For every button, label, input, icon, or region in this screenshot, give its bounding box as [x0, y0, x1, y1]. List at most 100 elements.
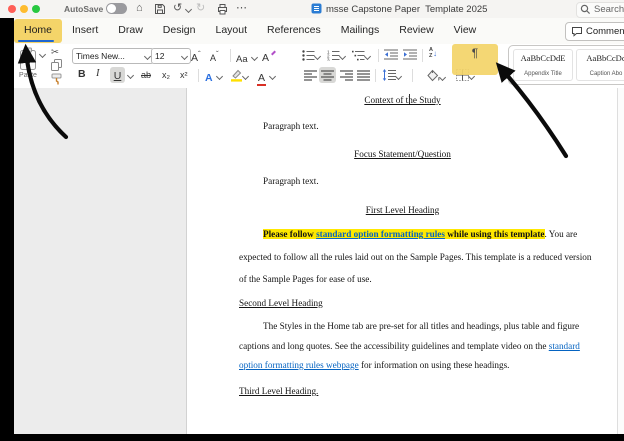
divider: [412, 69, 413, 82]
cut-button[interactable]: ✂: [51, 48, 59, 58]
underline-button[interactable]: U: [110, 67, 125, 83]
tab-mailings[interactable]: Mailings: [331, 19, 390, 43]
style-card-caption-above[interactable]: AaBbCcDc Caption Abo: [576, 49, 624, 81]
clear-formatting-button[interactable]: A: [262, 49, 277, 65]
paste-label: Paste: [19, 72, 37, 79]
document-page[interactable]: Context of the Study Paragraph text. Foc…: [186, 88, 618, 434]
highlight-pre-text: Please follow: [263, 229, 317, 239]
multilevel-list-chevron[interactable]: [363, 52, 372, 61]
body-line: expected to follow all the rules laid ou…: [239, 252, 592, 262]
undo-button[interactable]: ↺: [173, 1, 182, 15]
zoom-window-button[interactable]: [32, 5, 40, 13]
tab-view[interactable]: View: [444, 19, 487, 43]
justify-button[interactable]: [357, 70, 370, 81]
document-title: msse Capstone Paper Template 2025: [326, 4, 488, 15]
save-icon[interactable]: [154, 3, 166, 15]
autosave-toggle[interactable]: [106, 3, 127, 14]
redo-button[interactable]: ↻: [196, 1, 205, 15]
change-case-chevron[interactable]: [251, 53, 259, 62]
change-case-button[interactable]: Aa: [236, 50, 259, 66]
increase-indent-button[interactable]: [403, 49, 417, 60]
font-name-value: Times New...: [76, 50, 125, 61]
search-input[interactable]: Search: [576, 1, 624, 18]
font-name-chevron[interactable]: [143, 52, 152, 60]
font-size-value: 12: [155, 50, 165, 61]
superscript-button[interactable]: x²: [180, 71, 188, 80]
strikethrough-button[interactable]: ab: [141, 71, 151, 80]
copy-button[interactable]: [51, 59, 62, 71]
ribbon-tab-bar: Home Insert Draw Design Layout Reference…: [14, 18, 624, 44]
tab-draw[interactable]: Draw: [108, 19, 153, 43]
highlighted-sentence-line: Please follow standard option formatting…: [263, 229, 577, 239]
sort-button[interactable]: A Z ↓: [429, 47, 437, 59]
subscript-button[interactable]: x₂: [162, 71, 170, 80]
align-left-button[interactable]: [304, 70, 317, 81]
text-effects-chevron[interactable]: [216, 72, 224, 81]
align-right-icon: [340, 70, 353, 81]
tab-home[interactable]: Home: [14, 19, 63, 43]
grow-font-button[interactable]: Aˆ: [191, 49, 201, 65]
font-color-chevron[interactable]: [269, 72, 277, 81]
font-color-letter: A: [257, 72, 267, 86]
tab-references[interactable]: References: [257, 19, 331, 43]
multilevel-list-button[interactable]: [352, 49, 372, 65]
comments-label: Comments: [586, 26, 624, 37]
search-placeholder: Search: [594, 4, 624, 15]
clear-formatting-letter: A: [262, 52, 270, 64]
style-card-appendix-title[interactable]: AaBbCcDdE Appendix Title: [513, 49, 573, 81]
style-name: Appendix Title: [524, 71, 562, 77]
font-size-chevron[interactable]: [180, 52, 189, 60]
shading-chevron[interactable]: [438, 73, 447, 82]
body-line: of the Sample Pages for ease of use.: [239, 274, 372, 284]
body-line: option formatting rules webpage for info…: [239, 360, 509, 370]
webpage-hyperlink-start[interactable]: standard: [549, 341, 580, 351]
shading-button[interactable]: [426, 69, 447, 86]
numbering-chevron[interactable]: [338, 52, 347, 61]
paintbrush-icon: [51, 73, 62, 85]
close-window-button[interactable]: [8, 5, 16, 13]
undo-chevron[interactable]: [184, 5, 193, 14]
numbering-button[interactable]: 123: [327, 49, 347, 65]
line-spacing-button[interactable]: [382, 69, 403, 85]
highlight-color-button[interactable]: [230, 69, 250, 85]
divider: [422, 49, 423, 62]
align-center-button[interactable]: [319, 67, 336, 83]
print-button[interactable]: [216, 3, 229, 15]
decrease-indent-button[interactable]: [384, 49, 398, 60]
increase-indent-icon: [403, 49, 417, 60]
formatting-rules-hyperlink[interactable]: standard option formatting rules: [316, 229, 445, 239]
minimize-window-button[interactable]: [20, 5, 28, 13]
tab-review[interactable]: Review: [389, 19, 443, 43]
paste-button[interactable]: [18, 47, 38, 71]
paste-chevron[interactable]: [38, 50, 47, 59]
font-size-select[interactable]: 12: [151, 48, 191, 64]
font-color-button[interactable]: A: [257, 69, 277, 86]
more-commands-button[interactable]: ⋯: [236, 1, 247, 15]
tab-insert[interactable]: Insert: [62, 19, 108, 43]
highlight-color-chevron[interactable]: [241, 72, 250, 81]
highlight-post-text: while using this template: [444, 229, 545, 239]
home-quick-icon[interactable]: ⌂: [136, 1, 143, 15]
align-right-button[interactable]: [340, 70, 353, 81]
show-paragraph-marks-button[interactable]: ¶: [452, 44, 498, 75]
align-center-icon: [321, 69, 334, 81]
text-cursor: [409, 94, 410, 104]
underline-chevron[interactable]: [126, 71, 135, 80]
format-painter-button[interactable]: [51, 73, 62, 85]
heading-first-level: First Level Heading: [365, 205, 440, 215]
decrease-indent-icon: [384, 49, 398, 60]
bold-button[interactable]: B: [78, 69, 86, 80]
webpage-hyperlink-end[interactable]: option formatting rules webpage: [239, 360, 359, 370]
line-spacing-chevron[interactable]: [394, 72, 403, 81]
tab-design[interactable]: Design: [153, 19, 206, 43]
bullets-button[interactable]: [302, 49, 322, 65]
italic-button[interactable]: I: [96, 68, 100, 80]
tab-layout[interactable]: Layout: [205, 19, 257, 43]
font-name-select[interactable]: Times New...: [72, 48, 154, 64]
text-effects-button[interactable]: A: [205, 69, 224, 85]
comments-button[interactable]: Comments: [565, 22, 624, 41]
bullets-chevron[interactable]: [313, 52, 322, 61]
vertical-scrollbar[interactable]: [617, 88, 624, 434]
shrink-font-button[interactable]: Aˇ: [210, 49, 219, 65]
speech-bubble-icon: [572, 27, 582, 37]
